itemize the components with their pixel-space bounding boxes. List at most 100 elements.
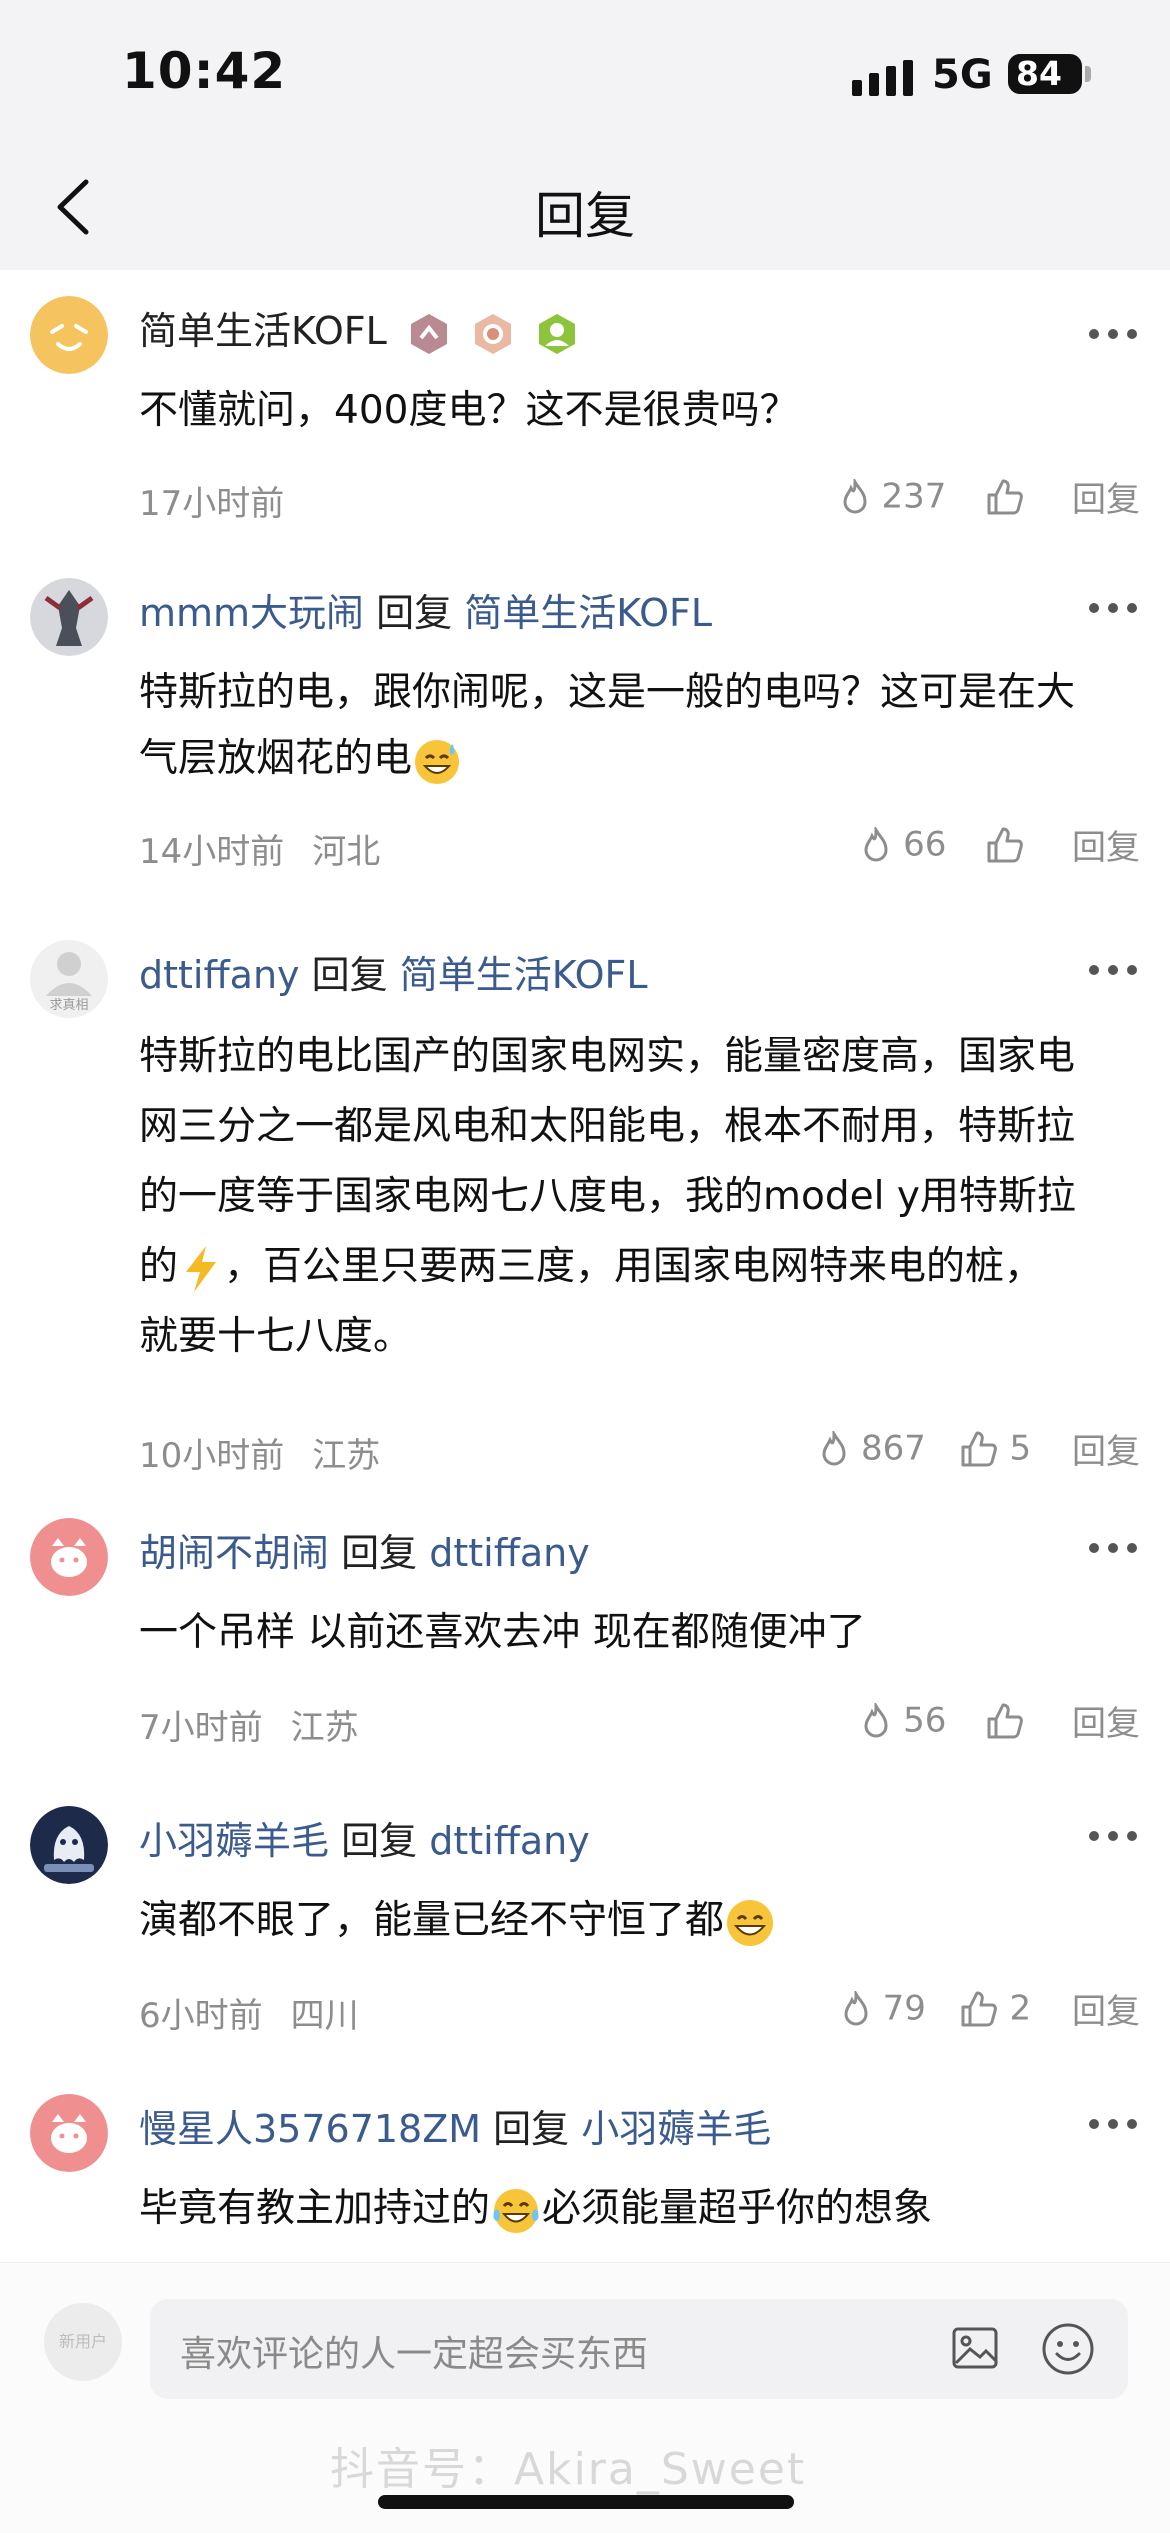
- fire-icon: [864, 823, 888, 861]
- comment-header: dttiffany 回复 简单生活KOFL: [139, 950, 648, 1000]
- watermark: 抖音号：Akira_Sweet: [330, 2444, 807, 2495]
- thumbs-up-icon[interactable]: [959, 1989, 999, 2029]
- comment-time: 6小时前: [139, 1996, 263, 2036]
- author-name[interactable]: mmm大玩闹: [139, 591, 364, 635]
- comment-header: 小羽薅羊毛 回复 dttiffany: [139, 1816, 590, 1866]
- hot-count: 66: [903, 824, 947, 865]
- author-name[interactable]: 小羽薅羊毛: [139, 1819, 329, 1863]
- comment-text-line: 气层放烟花的电: [139, 726, 1139, 792]
- comment-meta: 7小时前 江苏: [139, 1700, 359, 1749]
- status-bar: 10:42 5G 84: [0, 0, 1170, 150]
- reply-to-name[interactable]: 简单生活KOFL: [464, 591, 712, 635]
- avatar[interactable]: [30, 578, 108, 656]
- my-avatar[interactable]: 新用户: [44, 2303, 122, 2381]
- level-badge-icon: [410, 313, 447, 354]
- comment-text-segment: 气层放烟花的电: [139, 736, 413, 781]
- reply-button[interactable]: 回复: [1072, 1992, 1140, 2032]
- reply-button[interactable]: 回复: [1072, 480, 1140, 520]
- reply-word: 回复: [341, 1531, 418, 1575]
- comment-text: 毕竟有教主加持过的 必须能量超乎你的想象: [139, 2176, 1139, 2242]
- author-name[interactable]: dttiffany: [139, 953, 300, 997]
- thumbs-up-icon[interactable]: [985, 1701, 1025, 1741]
- more-icon[interactable]: [1086, 324, 1140, 344]
- comment-text-segment: 的: [139, 1244, 179, 1289]
- hot-count: 237: [881, 476, 947, 517]
- reply-button[interactable]: 回复: [1072, 1432, 1140, 1472]
- battery-tip: [1085, 66, 1091, 82]
- more-icon[interactable]: [1086, 598, 1140, 618]
- comment-input[interactable]: 喜欢评论的人一定超会买东西: [150, 2299, 1128, 2399]
- comment-text-line: 就要十七八度。: [139, 1314, 413, 1359]
- comment-actions: 237 回复: [839, 472, 1140, 521]
- image-icon[interactable]: [950, 2323, 1000, 2373]
- comment-text-segment: 演都不眼了，能量已经不守恒了都: [139, 1898, 725, 1943]
- comment-input-placeholder: 喜欢评论的人一定超会买东西: [180, 2334, 649, 2375]
- reply-to-name[interactable]: 小羽薅羊毛: [581, 2107, 771, 2151]
- grin-emoji-icon: [727, 1899, 774, 1946]
- sweat-smile-emoji-icon: [415, 739, 460, 784]
- comment-location: 河北: [312, 832, 381, 872]
- avatar[interactable]: [30, 2094, 108, 2172]
- reply-word: 回复: [341, 1819, 418, 1863]
- like-count: 2: [1009, 1988, 1032, 2029]
- reply-to-name[interactable]: dttiffany: [429, 1531, 590, 1575]
- more-icon[interactable]: [1086, 2114, 1140, 2134]
- comment-text-line: 的一度等于国家电网七八度电，我的model y用特斯拉: [139, 1174, 1076, 1219]
- comment-text-line: 的 ，百公里只要两三度，用国家电网特来电的桩，: [139, 1232, 1139, 1302]
- more-icon[interactable]: [1086, 1826, 1140, 1846]
- hot-count: 56: [903, 1700, 947, 1741]
- reply-word: 回复: [311, 953, 388, 997]
- comment-text-segment: 毕竟有教主加持过的: [139, 2186, 491, 2231]
- avatar[interactable]: 求真相: [30, 940, 108, 1018]
- reply-button[interactable]: 回复: [1072, 828, 1140, 868]
- lightning-emoji-icon: [186, 1245, 217, 1292]
- thumbs-up-icon[interactable]: [985, 825, 1025, 865]
- status-time: 10:42: [122, 42, 287, 100]
- comment-input-bar: 新用户 喜欢评论的人一定超会买东西 抖音号：Akira_Sweet: [0, 2262, 1170, 2533]
- avatar-caption: 求真相: [49, 998, 89, 1013]
- comment-meta: 17小时前: [139, 476, 284, 525]
- reply-to-name[interactable]: 简单生活KOFL: [400, 953, 648, 997]
- author-name[interactable]: 胡闹不胡闹: [139, 1531, 329, 1575]
- author-name[interactable]: 简单生活KOFL: [139, 309, 387, 353]
- comment-text: 特斯拉的电比国产的国家电网实，能量密度高，国家电 网三分之一都是风电和太阳能电，…: [139, 1022, 1139, 1372]
- comment-actions: 867 5 回复: [818, 1424, 1140, 1473]
- avatar[interactable]: [30, 1806, 108, 1884]
- emoji-icon[interactable]: [1040, 2321, 1096, 2377]
- comment-meta: 6小时前 四川: [139, 1988, 359, 2037]
- comment-text: 特斯拉的电，跟你闹呢，这是一般的电吗？这可是在大 气层放烟花的电: [139, 660, 1139, 792]
- comment-text-line: 特斯拉的电比国产的国家电网实，能量密度高，国家电: [139, 1034, 1076, 1079]
- reply-word: 回复: [493, 2107, 570, 2151]
- reply-to-name[interactable]: dttiffany: [429, 1819, 590, 1863]
- thumbs-up-icon[interactable]: [985, 477, 1025, 517]
- comment-text: 不懂就问，400度电？这不是很贵吗？: [139, 388, 799, 433]
- avatar[interactable]: [30, 296, 108, 374]
- avatar[interactable]: [30, 1518, 108, 1596]
- comment-meta: 14小时前 河北: [139, 824, 380, 873]
- comment-text-segment: ，百公里只要两三度，用国家电网特来电的桩，: [224, 1244, 1044, 1289]
- comment-text-line: 网三分之一都是风电和太阳能电，根本不耐用，特斯拉: [139, 1104, 1076, 1149]
- comment-time: 14小时前: [139, 832, 285, 872]
- user-badge-icon: [539, 313, 576, 354]
- page-title: 回复: [535, 187, 635, 245]
- comment-header: 简单生活KOFL: [139, 306, 579, 356]
- comment-text-line: 特斯拉的电，跟你闹呢，这是一般的电吗？这可是在大: [139, 670, 1076, 715]
- like-count: 5: [1009, 1428, 1032, 1469]
- author-name[interactable]: 慢星人3576718ZM: [139, 2107, 481, 2151]
- reply-button[interactable]: 回复: [1072, 1704, 1140, 1744]
- more-icon[interactable]: [1086, 960, 1140, 980]
- comment-time: 17小时前: [139, 484, 285, 524]
- fire-icon: [844, 1987, 868, 2025]
- hot-count: 867: [861, 1428, 926, 1469]
- more-icon[interactable]: [1086, 1538, 1140, 1558]
- comment-header: 慢星人3576718ZM 回复 小羽薅羊毛: [139, 2104, 771, 2154]
- comment-actions: 79 2 回复: [840, 1984, 1140, 2033]
- network-type: 5G: [932, 52, 993, 98]
- home-indicator: [378, 2495, 794, 2509]
- nav-bar: 回复: [0, 150, 1170, 270]
- comment-text: 演都不眼了，能量已经不守恒了都: [139, 1888, 1139, 1954]
- thumbs-up-icon[interactable]: [959, 1429, 999, 1469]
- default-avatar-icon: [46, 952, 92, 996]
- hot-count: 79: [882, 1988, 926, 2029]
- comment-location: 江苏: [290, 1708, 359, 1748]
